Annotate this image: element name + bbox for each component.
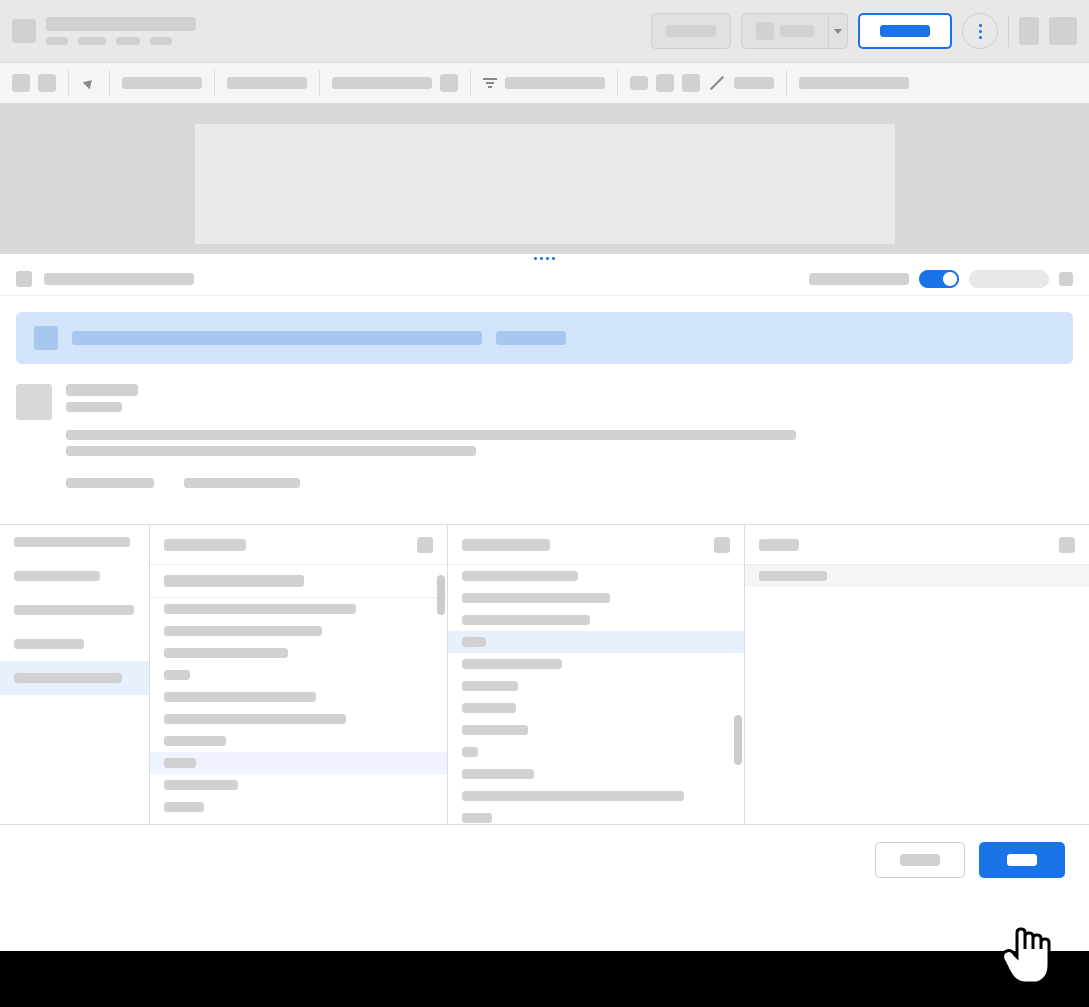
expand-icon[interactable] — [417, 537, 433, 553]
fill-icon[interactable] — [656, 74, 674, 92]
list-item[interactable] — [150, 774, 447, 796]
status-pill — [969, 270, 1049, 288]
ok-button[interactable] — [979, 842, 1065, 878]
menubar — [0, 0, 1089, 62]
list-item[interactable] — [448, 565, 744, 587]
col2-header — [164, 539, 246, 551]
list-item[interactable] — [0, 525, 149, 559]
dialog-footer — [0, 824, 1089, 894]
hand-cursor-icon — [997, 921, 1067, 1001]
scrollbar[interactable] — [734, 715, 742, 765]
size-select[interactable] — [332, 77, 432, 89]
more-menu-button[interactable] — [962, 13, 998, 49]
col2-search[interactable] — [164, 575, 304, 587]
list-item[interactable] — [150, 620, 447, 642]
menu-file[interactable] — [46, 37, 68, 45]
list-item[interactable] — [150, 708, 447, 730]
col3-header — [462, 539, 550, 551]
list-item[interactable] — [448, 697, 744, 719]
list-item[interactable] — [0, 593, 149, 627]
doc-title — [46, 17, 196, 31]
app-icon — [12, 19, 36, 43]
format-toolbar — [0, 62, 1089, 104]
list-item[interactable] — [150, 752, 447, 774]
list-item[interactable] — [150, 598, 447, 620]
dialog-icon — [16, 271, 32, 287]
close-icon[interactable] — [1059, 272, 1073, 286]
function-icon — [16, 384, 52, 420]
chevron-down-icon[interactable] — [828, 13, 848, 49]
scrollbar[interactable] — [437, 575, 445, 615]
search-text[interactable] — [72, 331, 482, 345]
list-item[interactable] — [448, 631, 744, 653]
fn-meta-2 — [184, 478, 300, 488]
dialog-title — [44, 273, 194, 285]
zoom-dropdown[interactable] — [741, 13, 848, 49]
border-icon[interactable] — [682, 74, 700, 92]
title-area — [46, 17, 641, 45]
list-item[interactable] — [448, 763, 744, 785]
strikethrough-icon[interactable] — [710, 76, 724, 90]
list-item[interactable] — [448, 587, 744, 609]
menu-view[interactable] — [116, 37, 140, 45]
list-item[interactable] — [150, 796, 447, 818]
list-item[interactable] — [448, 741, 744, 763]
separator — [1008, 15, 1009, 47]
list-item[interactable] — [150, 642, 447, 664]
page-preview — [195, 124, 895, 244]
expand-icon[interactable] — [714, 537, 730, 553]
zoom-icon — [756, 22, 774, 40]
filter-label — [505, 77, 605, 89]
menu-edit[interactable] — [78, 37, 106, 45]
cancel-button[interactable] — [875, 842, 965, 878]
redo-icon[interactable] — [38, 74, 56, 92]
share-button[interactable] — [858, 13, 952, 49]
undo-icon[interactable] — [12, 74, 30, 92]
style-select[interactable] — [122, 77, 202, 89]
function-result — [16, 380, 1073, 492]
dialog-content — [0, 296, 1089, 524]
fn-name — [66, 384, 138, 396]
list-item[interactable] — [448, 653, 744, 675]
panel-drag-handle[interactable] — [0, 254, 1089, 262]
list-item[interactable] — [745, 565, 1089, 587]
list-item[interactable] — [150, 664, 447, 686]
pointer-icon[interactable] — [81, 75, 97, 91]
list-item[interactable] — [0, 627, 149, 661]
list-item[interactable] — [0, 559, 149, 593]
sidebar-toggle-icon[interactable] — [1019, 17, 1039, 45]
toggle-label — [809, 273, 909, 285]
more-options[interactable] — [799, 77, 909, 89]
mode-button[interactable] — [651, 13, 731, 49]
col4-header — [759, 539, 799, 551]
list-item[interactable] — [0, 661, 149, 695]
expand-icon[interactable] — [1059, 537, 1075, 553]
list-item[interactable] — [150, 686, 447, 708]
search-icon — [34, 326, 58, 350]
fn-category — [66, 402, 122, 412]
avatar[interactable] — [1049, 17, 1077, 45]
filter-icon[interactable] — [483, 78, 497, 88]
text-color[interactable] — [734, 77, 774, 89]
fn-desc-1 — [66, 430, 796, 440]
font-select[interactable] — [227, 77, 307, 89]
document-canvas — [0, 104, 1089, 254]
search-hint — [496, 331, 566, 345]
bold-icon[interactable] — [440, 74, 458, 92]
search-banner — [16, 312, 1073, 364]
list-item[interactable] — [448, 609, 744, 631]
list-item[interactable] — [150, 730, 447, 752]
fn-meta-1 — [66, 478, 154, 488]
fn-desc-2 — [66, 446, 476, 456]
array-toggle[interactable] — [919, 270, 959, 288]
menu-help[interactable] — [150, 37, 172, 45]
list-item[interactable] — [448, 785, 744, 807]
dialog-header — [0, 262, 1089, 296]
list-item[interactable] — [448, 675, 744, 697]
align-icon[interactable] — [630, 76, 648, 90]
list-item[interactable] — [448, 719, 744, 741]
